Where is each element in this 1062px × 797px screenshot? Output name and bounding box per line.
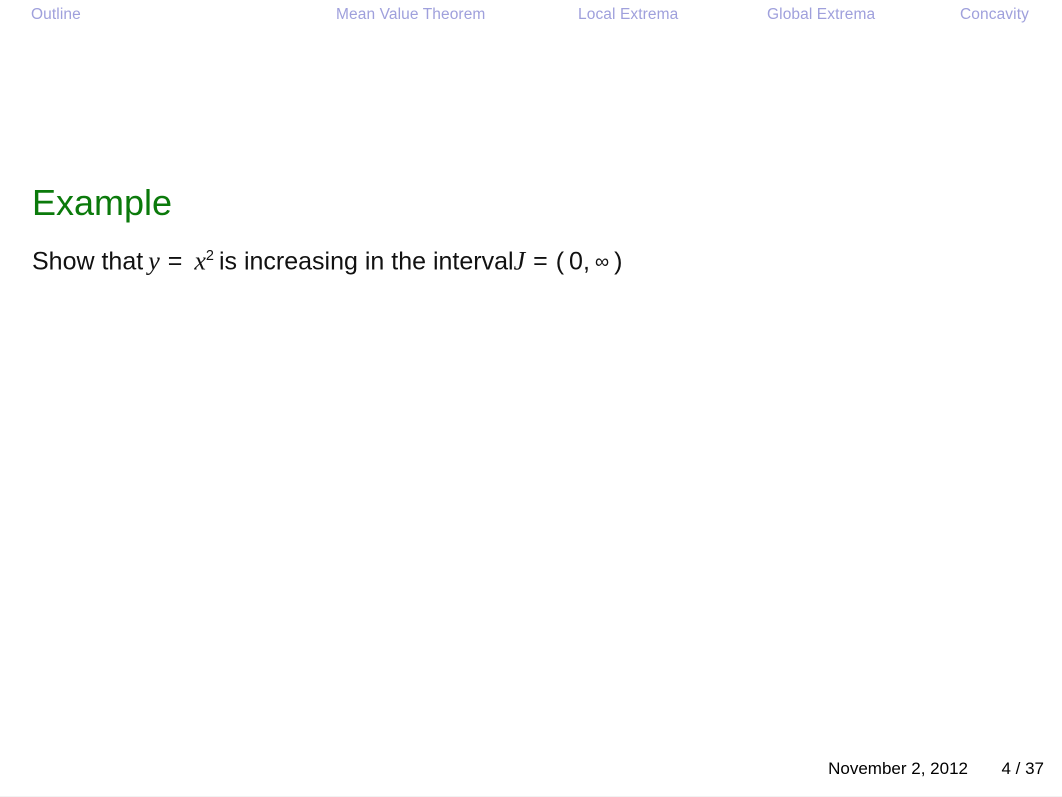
math-paren-close: ) xyxy=(614,247,623,276)
slide-navigation-bar: Outline Mean Value Theorem Local Extrema… xyxy=(0,0,1062,31)
math-variable-y: y xyxy=(148,246,160,276)
math-variable-x: x xyxy=(194,246,206,276)
footer-page-number: 4 / 37 xyxy=(1001,759,1044,778)
slide-content-area: Example Show that y = x2 is increasing in th… xyxy=(0,31,1062,731)
nav-item-global-extrema[interactable]: Global Extrema xyxy=(767,5,875,25)
slide-footer: November 2, 2012 4 / 37 xyxy=(0,757,1062,781)
nav-item-concavity[interactable]: Concavity xyxy=(960,5,1029,25)
math-exponent-two: 2 xyxy=(205,248,214,264)
math-variable-j: J xyxy=(513,246,526,276)
math-equals-first: = xyxy=(167,247,183,276)
math-equals-second: = xyxy=(533,247,548,276)
math-lower-bound: 0, xyxy=(569,247,590,276)
nav-item-outline[interactable]: Outline xyxy=(31,5,81,25)
example-block-title: Example xyxy=(32,182,173,223)
nav-item-mean-value-theorem[interactable]: Mean Value Theorem xyxy=(336,5,485,25)
math-infinity-symbol: ∞ xyxy=(594,251,610,274)
example-block-text: Show that y = x2 is increasing in the interv… xyxy=(32,239,623,280)
footer-date: November 2, 2012 xyxy=(828,759,968,778)
nav-item-local-extrema[interactable]: Local Extrema xyxy=(578,5,678,25)
math-paren-open: ( xyxy=(555,247,565,276)
text-lead: Show that xyxy=(32,247,144,276)
text-middle: is increasing in the interval xyxy=(218,247,514,276)
